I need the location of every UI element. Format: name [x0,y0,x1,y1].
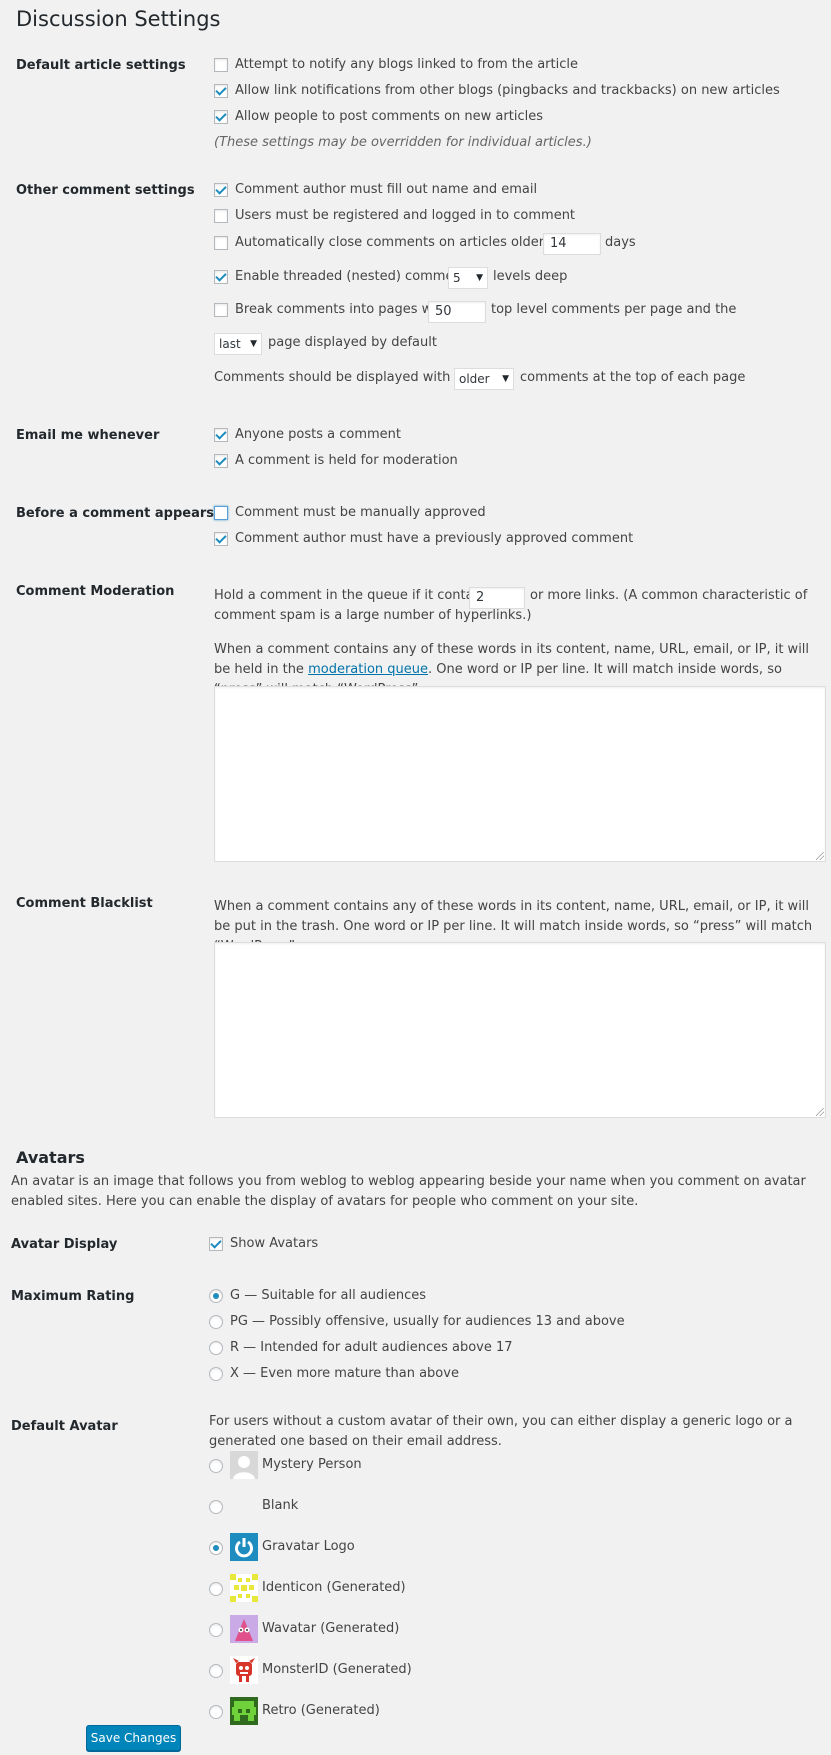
avatar-mystery-label: Mystery Person [262,1457,362,1472]
avatar-display-label: Avatar Display [11,1237,118,1252]
notify-blogs-label: Attempt to notify any blogs linked to fr… [235,57,578,72]
manual-approval-checkbox[interactable] [214,506,228,520]
rating-x-label: X — Even more mature than above [230,1366,459,1381]
close-days-suffix: days [605,235,636,250]
blank-avatar-icon [230,1492,258,1520]
before-comment-appears-label: Before a comment appears [16,506,215,521]
pingbacks-label: Allow link notifications from other blog… [235,83,780,98]
avatar-retro-label: Retro (Generated) [262,1703,380,1718]
avatar-identicon-radio[interactable] [209,1582,223,1596]
comment-moderation-label: Comment Moderation [16,584,175,599]
avatars-heading: Avatars [16,1148,85,1167]
identicon-icon [230,1574,258,1602]
comments-per-page-input[interactable]: 50 [428,301,486,323]
show-avatars-checkbox[interactable] [209,1237,223,1251]
registered-only-label: Users must be registered and logged in t… [235,208,576,223]
rating-r-radio[interactable] [209,1341,223,1355]
moderation-links-suffix: or more links. (A common characteristic … [214,588,808,623]
wavatar-icon [230,1615,258,1643]
mystery-person-icon [230,1451,258,1479]
avatar-wavatar-label: Wavatar (Generated) [262,1621,400,1636]
gravatar-logo-icon [230,1533,258,1561]
other-comment-settings-label: Other comment settings [16,183,195,198]
comment-blacklist-label: Comment Blacklist [16,896,153,911]
close-comments-checkbox[interactable] [214,236,228,250]
avatar-mystery-radio[interactable] [209,1459,223,1473]
comments-per-page-suffix: top level comments per page and the [491,302,737,317]
rating-g-radio[interactable] [209,1289,223,1303]
rating-pg-radio[interactable] [209,1315,223,1329]
comment-order-label: Comments should be displayed with the [214,370,476,385]
default-page-select[interactable]: last ▼ [214,333,262,355]
avatar-identicon-label: Identicon (Generated) [262,1580,406,1595]
close-comments-label: Automatically close comments on articles… [235,235,578,250]
email-on-comment-label: Anyone posts a comment [235,427,401,442]
manual-approval-label: Comment must be manually approved [235,505,486,520]
notify-blogs-checkbox[interactable] [214,58,228,72]
chevron-down-icon: ▼ [476,273,483,283]
thread-depth-value: 5 [453,271,461,285]
rating-r-label: R — Intended for adult audiences above 1… [230,1340,513,1355]
avatar-gravatar-radio[interactable] [209,1541,223,1555]
save-changes-button[interactable]: Save Changes [86,1725,181,1751]
allow-comments-label: Allow people to post comments on new art… [235,109,543,124]
avatar-gravatar-label: Gravatar Logo [262,1539,355,1554]
thread-depth-select[interactable]: 5 ▼ [448,267,488,289]
page-title: Discussion Settings [16,7,221,31]
resize-grip-icon[interactable] [816,1108,824,1116]
show-avatars-label: Show Avatars [230,1236,319,1251]
avatar-wavatar-radio[interactable] [209,1623,223,1637]
pingbacks-checkbox[interactable] [214,84,228,98]
rating-x-radio[interactable] [209,1367,223,1381]
comment-order-select[interactable]: older ▼ [454,368,514,390]
moderation-keys-textarea[interactable] [214,686,826,862]
previously-approved-label: Comment author must have a previously ap… [235,531,634,546]
default-avatar-label: Default Avatar [11,1419,118,1434]
avatar-monsterid-label: MonsterID (Generated) [262,1662,412,1677]
default-avatar-description: For users without a custom avatar of the… [209,1414,793,1449]
threaded-comments-checkbox[interactable] [214,270,228,284]
maximum-rating-label: Maximum Rating [11,1289,135,1304]
allow-comments-checkbox[interactable] [214,110,228,124]
chevron-down-icon: ▼ [250,339,257,349]
email-on-comment-checkbox[interactable] [214,428,228,442]
default-article-settings-label: Default article settings [16,58,186,73]
blacklist-keys-textarea[interactable] [214,942,826,1118]
threaded-comments-label: Enable threaded (nested) comments [235,269,474,284]
email-on-moderation-checkbox[interactable] [214,454,228,468]
avatar-retro-radio[interactable] [209,1705,223,1719]
paginate-comments-checkbox[interactable] [214,303,228,317]
comment-order-value: older [459,372,490,386]
default-page-suffix: page displayed by default [268,335,437,350]
resize-grip-icon[interactable] [816,852,824,860]
previously-approved-checkbox[interactable] [214,532,228,546]
require-name-email-checkbox[interactable] [214,183,228,197]
avatar-blank-label: Blank [262,1498,299,1513]
require-name-email-label: Comment author must fill out name and em… [235,182,538,197]
avatars-intro: An avatar is an image that follows you f… [11,1174,806,1209]
thread-depth-suffix: levels deep [493,269,568,284]
retro-icon [230,1697,258,1725]
avatar-monsterid-radio[interactable] [209,1664,223,1678]
avatar-blank-radio[interactable] [209,1500,223,1514]
moderation-queue-link[interactable]: moderation queue [308,662,428,677]
default-page-value: last [219,337,241,351]
chevron-down-icon: ▼ [502,374,509,384]
email-on-moderation-label: A comment is held for moderation [235,453,458,468]
email-me-label: Email me whenever [16,428,160,443]
override-note: (These settings may be overridden for in… [214,135,592,150]
rating-g-label: G — Suitable for all audiences [230,1288,427,1303]
rating-pg-label: PG — Possibly offensive, usually for aud… [230,1314,625,1329]
close-days-input[interactable]: 14 [543,233,601,255]
paginate-comments-label: Break comments into pages with [235,302,450,317]
monsterid-icon [230,1656,258,1684]
comment-order-suffix: comments at the top of each page [520,370,746,385]
registered-only-checkbox[interactable] [214,209,228,223]
